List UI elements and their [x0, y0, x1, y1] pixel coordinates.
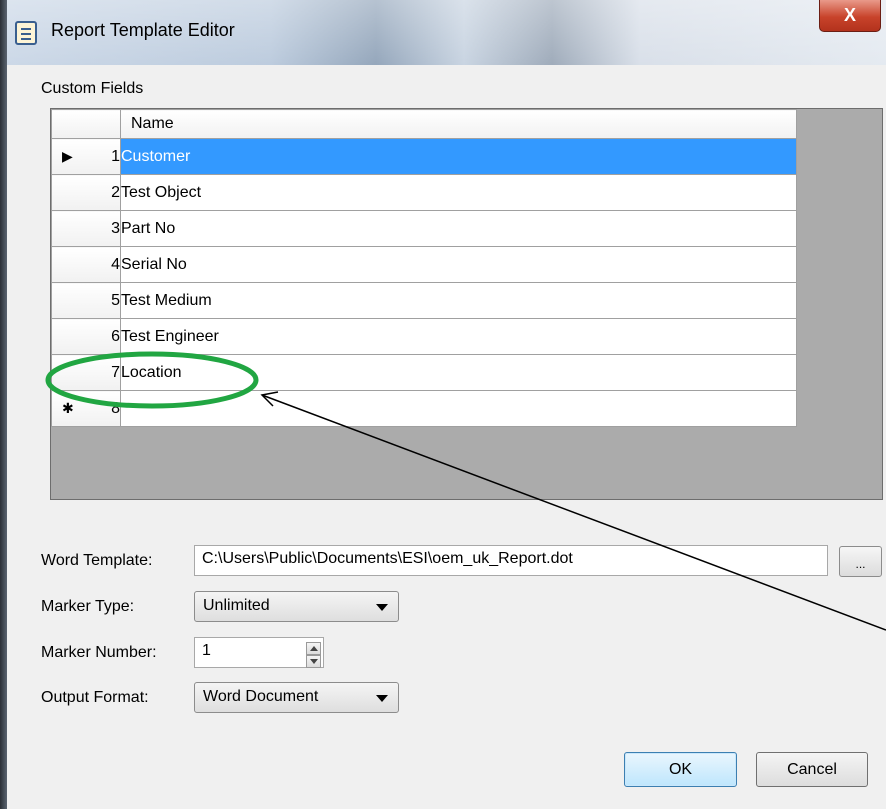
row-header[interactable]: 2 [51, 174, 121, 211]
output-format-dropdown[interactable]: Word Document [194, 682, 399, 713]
window-title: Report Template Editor [51, 20, 235, 40]
row-header[interactable]: 4 [51, 246, 121, 283]
marker-type-dropdown[interactable]: Unlimited [194, 591, 399, 622]
ok-button[interactable]: OK [624, 752, 737, 787]
row-header[interactable]: 3 [51, 210, 121, 247]
row-header[interactable]: 5 [51, 282, 121, 319]
row-number: 1 [111, 147, 120, 165]
field-name-cell[interactable]: Serial No [120, 246, 797, 283]
row-number: 7 [111, 363, 120, 381]
report-template-icon [15, 21, 37, 45]
row-header[interactable]: 7 [51, 354, 121, 391]
row-number: 5 [111, 291, 120, 309]
row-number: 8 [111, 399, 120, 417]
field-name-cell[interactable]: Test Object [120, 174, 797, 211]
marker-type-value: Unlimited [203, 597, 270, 614]
chevron-down-icon [376, 695, 388, 702]
column-header-name[interactable]: Name [120, 109, 797, 139]
field-name-cell[interactable]: Test Medium [120, 282, 797, 319]
table-row[interactable]: ▶ 1 Customer [51, 138, 797, 175]
row-number: 3 [111, 219, 120, 237]
desktop-edge [0, 0, 7, 809]
current-row-indicator-icon: ▶ [62, 147, 73, 164]
table-row[interactable]: 4 Serial No [51, 246, 797, 283]
cancel-button[interactable]: Cancel [756, 752, 868, 787]
field-name-cell[interactable]: Location [120, 354, 797, 391]
field-name-cell[interactable]: Test Engineer [120, 318, 797, 355]
row-number: 4 [111, 255, 120, 273]
marker-number-value: 1 [202, 642, 211, 659]
custom-fields-table: Name ▶ 1 Customer 2 Test Object 3 Part No… [51, 109, 797, 427]
spin-up-icon[interactable] [306, 642, 321, 655]
row-header[interactable]: ✱ 8 [51, 390, 121, 427]
report-template-editor-window: Report Template Editor X Custom Fields N… [7, 0, 886, 809]
table-row[interactable]: 7 Location [51, 354, 797, 391]
row-header[interactable]: 6 [51, 318, 121, 355]
table-row[interactable]: 2 Test Object [51, 174, 797, 211]
spin-down-icon[interactable] [306, 655, 321, 668]
field-name-cell[interactable] [120, 390, 797, 427]
output-format-label: Output Format: [41, 689, 149, 706]
word-template-label: Word Template: [41, 552, 153, 569]
table-row[interactable]: 6 Test Engineer [51, 318, 797, 355]
field-name-cell[interactable]: Part No [120, 210, 797, 247]
row-header[interactable]: ▶ 1 [51, 138, 121, 175]
custom-fields-grid[interactable]: Name ▶ 1 Customer 2 Test Object 3 Part No… [50, 108, 883, 500]
output-format-value: Word Document [203, 688, 319, 705]
custom-fields-label: Custom Fields [41, 80, 144, 97]
new-row[interactable]: ✱ 8 [51, 390, 797, 427]
row-header-corner[interactable] [51, 109, 121, 139]
title-bar[interactable]: Report Template Editor X [7, 0, 886, 65]
table-row[interactable]: 5 Test Medium [51, 282, 797, 319]
marker-number-stepper[interactable]: 1 [194, 637, 324, 668]
grid-header-row: Name [51, 109, 797, 139]
chevron-down-icon [376, 604, 388, 611]
marker-type-label: Marker Type: [41, 598, 135, 615]
browse-button[interactable]: ... [839, 546, 882, 577]
field-name-cell[interactable]: Customer [120, 138, 797, 175]
row-number: 2 [111, 183, 120, 201]
new-row-asterisk-icon: ✱ [62, 399, 74, 416]
word-template-input[interactable]: C:\Users\Public\Documents\ESI\oem_uk_Rep… [194, 545, 828, 576]
close-button[interactable]: X [819, 0, 881, 32]
marker-number-label: Marker Number: [41, 644, 157, 661]
table-row[interactable]: 3 Part No [51, 210, 797, 247]
row-number: 6 [111, 327, 120, 345]
